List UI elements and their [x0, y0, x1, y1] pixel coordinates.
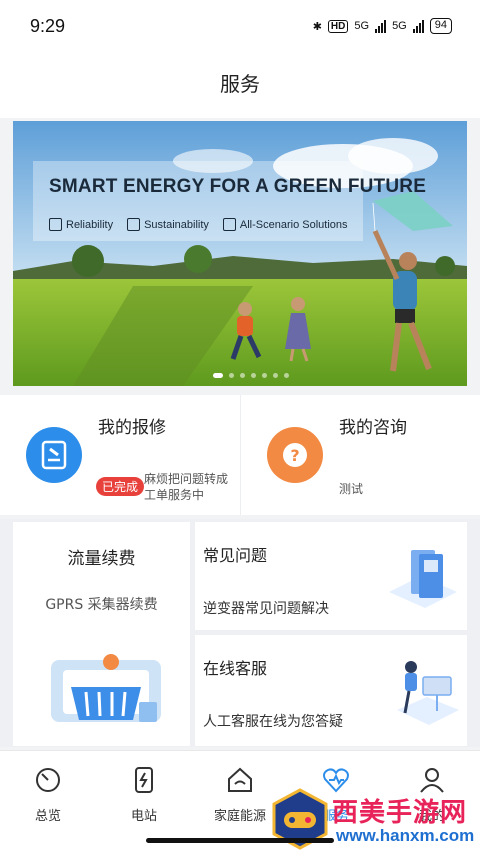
banner-carousel[interactable]: SMART ENERGY FOR A GREEN FUTURE Reliabil…	[13, 121, 467, 386]
repair-desc-line1: 麻烦把问题转成	[144, 472, 229, 486]
svg-text:?: ?	[290, 446, 299, 465]
carousel-dot-active	[213, 373, 223, 378]
tickets-row: 我的报修 已完成 麻烦把问题转成 工单服务中 ? 我的咨询 测试	[0, 395, 480, 515]
traffic-sub: GPRS 采集器续费	[45, 597, 158, 613]
online-service-tile[interactable]: 在线客服 人工客服在线为您答疑	[195, 635, 467, 746]
status-badge: 已完成	[96, 477, 145, 496]
hd-badge: HD	[327, 19, 349, 33]
banner-image	[13, 121, 467, 386]
support-agent-illustration	[397, 661, 459, 725]
faq-tile[interactable]: 常见问题 逆变器常见问题解决	[195, 522, 467, 630]
repair-desc-line2: 工单服务中	[144, 488, 205, 502]
watermark-text: 西美手游网	[332, 798, 468, 828]
shield-icon	[49, 218, 62, 231]
my-repair-card[interactable]: 我的报修 已完成 麻烦把问题转成 工单服务中	[0, 395, 240, 515]
faq-sub: 逆变器常见问题解决	[203, 601, 329, 617]
network-5g-label: 5G	[354, 20, 370, 32]
banner-tag-all-scenario: All-Scenario Solutions	[222, 218, 348, 231]
repair-desc: 麻烦把问题转成 工单服务中	[144, 471, 240, 503]
faq-title: 常见问题	[203, 546, 268, 565]
online-sub: 人工客服在线为您答疑	[203, 714, 343, 730]
consult-desc: 测试	[339, 482, 364, 496]
banner-tag-label: Reliability	[66, 218, 114, 231]
status-bar: 9:29 ✱ HD 5G 5G 94	[0, 0, 480, 56]
signal-icon-2	[412, 19, 424, 33]
gauge-icon	[36, 768, 60, 792]
carousel-dot	[240, 373, 245, 378]
carousel-dots	[213, 373, 289, 378]
banner-tag-label: All-Scenario Solutions	[239, 218, 348, 231]
carousel-dot	[251, 373, 256, 378]
banner-tag-sustainability: Sustainability	[127, 218, 209, 231]
carousel-dot	[273, 373, 278, 378]
banner-tags: Reliability Sustainability All-Scenario …	[49, 218, 348, 231]
banner-tag-label: Sustainability	[144, 218, 209, 231]
service-grid: 流量续费 GPRS 采集器续费 常见问题 逆变器常见问题解决 在线客服 人工客服…	[0, 519, 480, 747]
battery-indicator: 94	[429, 18, 452, 34]
repair-title: 我的报修	[98, 418, 166, 438]
status-time: 9:29	[30, 16, 66, 36]
signal-icon	[375, 19, 387, 33]
question-icon: ?	[267, 427, 323, 483]
home-indicator	[146, 838, 334, 843]
page-title: 服务	[220, 72, 260, 96]
traffic-renewal-tile[interactable]: 流量续费 GPRS 采集器续费	[13, 522, 190, 746]
traffic-title: 流量续费	[67, 549, 136, 569]
books-illustration	[389, 550, 457, 608]
carousel-dot	[262, 373, 267, 378]
network-5g-label-2: 5G	[392, 20, 407, 32]
shopping-basket-illustration	[51, 654, 161, 722]
tab-overview[interactable]: 总览	[0, 765, 96, 824]
tab-label: 总览	[34, 809, 61, 824]
my-consult-card[interactable]: ? 我的咨询 测试	[240, 395, 480, 515]
carousel-dot	[229, 373, 234, 378]
banner-headline: SMART ENERGY FOR A GREEN FUTURE	[49, 176, 427, 197]
home-energy-icon	[228, 767, 252, 792]
banner-tag-reliability: Reliability	[49, 218, 113, 231]
house-icon	[222, 218, 236, 231]
power-station-icon	[135, 767, 153, 793]
online-title: 在线客服	[203, 659, 268, 678]
consult-title: 我的咨询	[339, 418, 407, 438]
carousel-dot	[284, 373, 289, 378]
tab-label: 电站	[130, 809, 157, 824]
page-header: 服务	[0, 56, 480, 118]
repair-icon	[26, 427, 82, 483]
status-icons: ✱ HD 5G 5G 94	[313, 18, 452, 34]
watermark-url: www.hanxm.com	[336, 826, 475, 845]
leaf-icon	[127, 218, 141, 231]
tab-station[interactable]: 电站	[96, 765, 192, 824]
bluetooth-icon: ✱	[312, 20, 322, 33]
